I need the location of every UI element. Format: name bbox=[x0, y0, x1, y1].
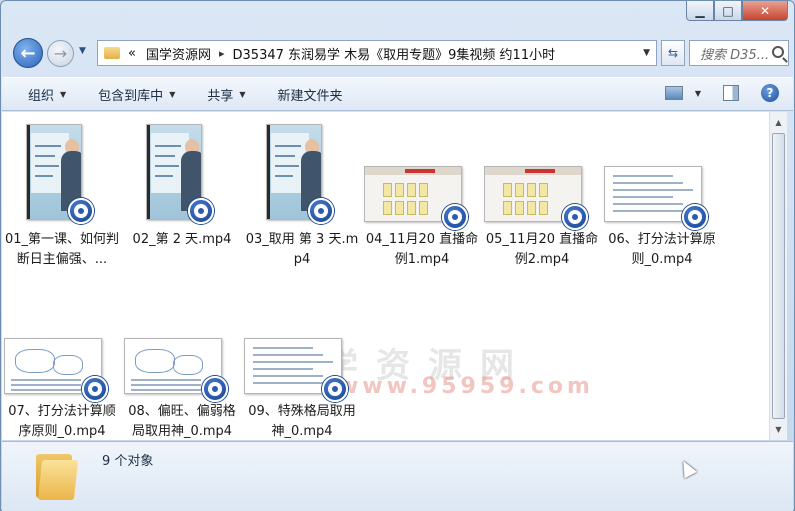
close-button[interactable]: ✕ bbox=[742, 1, 788, 21]
search-icon[interactable] bbox=[772, 46, 784, 58]
file-name: 01_第一课、如何判断日主偏强、... bbox=[4, 232, 120, 267]
address-bar[interactable]: « 国学资源网 ▸ D35347 东润易学 木易《取用专题》9集视频 约11小时… bbox=[97, 40, 657, 66]
scroll-down-icon[interactable]: ▼ bbox=[770, 421, 787, 438]
toolbar-right: ▼ ? bbox=[664, 84, 779, 102]
video-thumbnail bbox=[122, 116, 242, 226]
file-item[interactable]: 02_第 2 天.mp4 bbox=[122, 116, 242, 276]
breadcrumb-item-current[interactable]: D35347 东润易学 木易《取用专题》9集视频 约11小时 bbox=[233, 44, 556, 63]
file-list: 国学资源网 www.95959.com 01_第一课、如何判断日主偏强、... 0… bbox=[2, 112, 769, 440]
file-item[interactable]: 05_11月20 直播命例2.mp4 bbox=[482, 116, 602, 276]
file-name: 02_第 2 天.mp4 bbox=[132, 232, 232, 247]
media-player-icon bbox=[188, 198, 214, 224]
scroll-thumb[interactable] bbox=[772, 133, 785, 419]
media-player-icon bbox=[442, 204, 468, 230]
vertical-scrollbar[interactable]: ▲ ▼ bbox=[769, 112, 787, 440]
organize-label: 组织 bbox=[28, 88, 55, 104]
file-item[interactable]: 07、打分法计算顺序原则_0.mp4 bbox=[2, 288, 122, 448]
video-thumbnail bbox=[602, 116, 722, 230]
view-options-chevron-icon[interactable]: ▼ bbox=[695, 89, 701, 98]
video-thumbnail bbox=[2, 116, 122, 226]
video-thumbnail bbox=[362, 116, 482, 230]
minimize-button[interactable]: ▁ bbox=[686, 1, 714, 21]
breadcrumb-separator-icon[interactable]: ▸ bbox=[219, 47, 225, 60]
file-name: 04_11月20 直播命例1.mp4 bbox=[365, 232, 479, 267]
breadcrumb-item-root[interactable]: 国学资源网 bbox=[146, 44, 211, 63]
back-button[interactable]: ← bbox=[13, 38, 43, 68]
file-item[interactable]: 03_取用 第 3 天.mp4 bbox=[242, 116, 362, 276]
search-input[interactable]: 搜索 D35... bbox=[689, 40, 789, 66]
file-name: 03_取用 第 3 天.mp4 bbox=[245, 232, 359, 267]
folder-icon bbox=[104, 47, 120, 59]
search-placeholder: 搜索 D35... bbox=[700, 47, 770, 63]
watermark-url: www.95959.com bbox=[338, 374, 594, 399]
change-view-icon[interactable] bbox=[664, 86, 683, 100]
forward-button[interactable]: → bbox=[47, 40, 74, 67]
navigation-bar: ← → ▼ « 国学资源网 ▸ D35347 东润易学 木易《取用专题》9集视频… bbox=[9, 37, 789, 69]
media-player-icon bbox=[682, 204, 708, 230]
share-label: 共享 bbox=[207, 88, 234, 104]
preview-pane-icon[interactable] bbox=[723, 85, 739, 101]
chevron-down-icon: ▼ bbox=[60, 89, 67, 99]
maximize-button[interactable]: □ bbox=[714, 1, 742, 21]
explorer-window: ▁ □ ✕ ← → ▼ « 国学资源网 ▸ D35347 东润易学 木易《取用专… bbox=[0, 0, 795, 511]
file-item[interactable]: 01_第一课、如何判断日主偏强、... bbox=[2, 116, 122, 276]
video-thumbnail bbox=[122, 288, 242, 402]
scroll-up-icon[interactable]: ▲ bbox=[770, 114, 787, 131]
file-item[interactable]: 09、特殊格局取用神_0.mp4 bbox=[242, 288, 362, 448]
media-player-icon bbox=[562, 204, 588, 230]
file-name: 09、特殊格局取用神_0.mp4 bbox=[248, 404, 356, 439]
media-player-icon bbox=[202, 376, 228, 402]
video-thumbnail bbox=[242, 116, 362, 226]
new-folder-button[interactable]: 新建文件夹 bbox=[278, 85, 343, 104]
video-thumbnail bbox=[2, 288, 122, 402]
chevron-down-icon: ▼ bbox=[239, 89, 246, 99]
file-item[interactable]: 04_11月20 直播命例1.mp4 bbox=[362, 116, 482, 276]
file-name: 06、打分法计算原则_0.mp4 bbox=[608, 232, 716, 267]
recent-pages-dropdown[interactable]: ▼ bbox=[79, 46, 86, 56]
chevron-down-icon: ▼ bbox=[169, 89, 176, 99]
refresh-button[interactable]: ⇆ bbox=[661, 40, 685, 66]
media-player-icon bbox=[82, 376, 108, 402]
file-item[interactable]: 06、打分法计算原则_0.mp4 bbox=[602, 116, 722, 276]
include-in-library-menu[interactable]: 包含到库中 ▼ bbox=[98, 85, 175, 104]
caption-buttons: ▁ □ ✕ bbox=[686, 1, 788, 21]
include-library-label: 包含到库中 bbox=[98, 88, 164, 104]
video-thumbnail bbox=[242, 288, 362, 402]
organize-menu[interactable]: 组织 ▼ bbox=[28, 85, 66, 104]
command-bar: 组织 ▼ 包含到库中 ▼ 共享 ▼ 新建文件夹 ▼ ? bbox=[2, 77, 793, 111]
breadcrumb-overflow[interactable]: « bbox=[128, 46, 136, 61]
item-count: 9 个对象 bbox=[102, 454, 154, 469]
details-pane: 9 个对象 bbox=[2, 441, 793, 511]
file-name: 08、偏旺、偏弱格局取用神_0.mp4 bbox=[128, 404, 236, 439]
file-name: 05_11月20 直播命例2.mp4 bbox=[485, 232, 599, 267]
file-name: 07、打分法计算顺序原则_0.mp4 bbox=[8, 404, 116, 439]
folder-icon bbox=[34, 450, 79, 500]
share-menu[interactable]: 共享 ▼ bbox=[207, 85, 245, 104]
address-dropdown-icon[interactable]: ▼ bbox=[643, 48, 650, 58]
video-thumbnail bbox=[482, 116, 602, 230]
help-icon[interactable]: ? bbox=[761, 84, 779, 102]
new-folder-label: 新建文件夹 bbox=[277, 88, 343, 104]
mouse-cursor-icon bbox=[677, 457, 697, 479]
file-item[interactable]: 08、偏旺、偏弱格局取用神_0.mp4 bbox=[122, 288, 242, 448]
media-player-icon bbox=[68, 198, 94, 224]
media-player-icon bbox=[322, 376, 348, 402]
media-player-icon bbox=[308, 198, 334, 224]
